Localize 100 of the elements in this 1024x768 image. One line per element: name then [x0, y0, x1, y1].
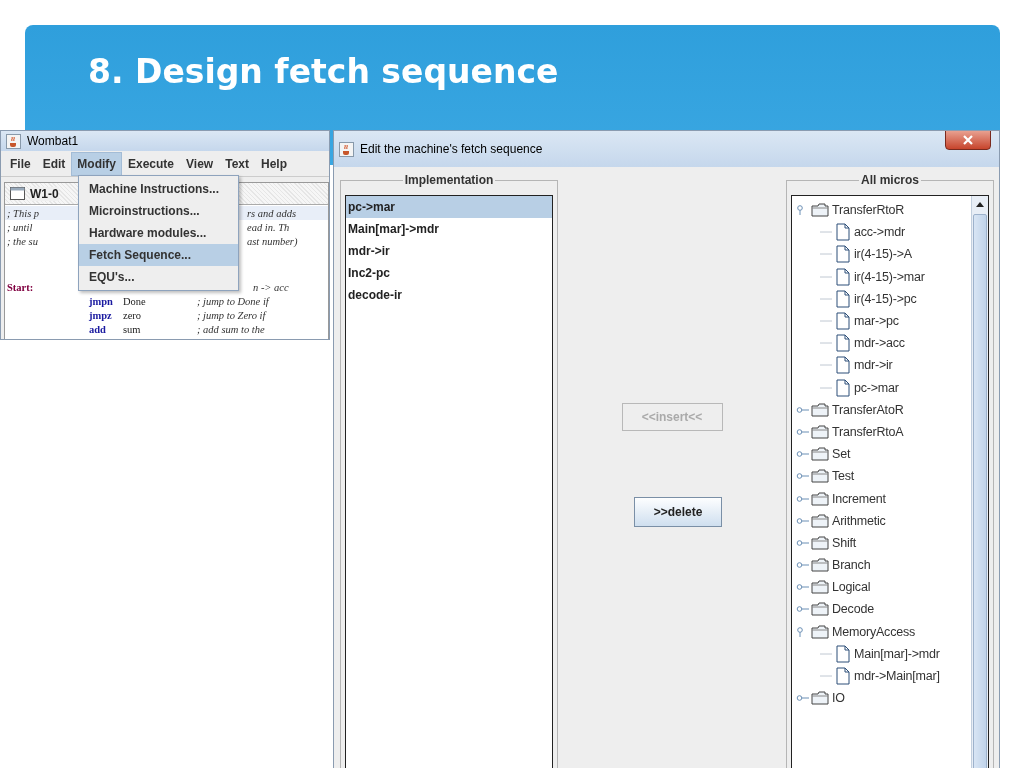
- group-title: Implementation: [403, 173, 495, 187]
- collapsed-handle-icon[interactable]: [796, 426, 810, 437]
- tree-item-label[interactable]: mdr->acc: [854, 336, 905, 351]
- folder-icon: [811, 624, 829, 639]
- tree-folder-label[interactable]: IO: [832, 691, 845, 706]
- collapsed-handle-icon[interactable]: [796, 537, 810, 548]
- menu-item[interactable]: Text: [219, 151, 255, 176]
- dialog-title: Edit the machine's fetch sequence: [360, 142, 543, 156]
- code-comment: ; the su: [6, 235, 39, 248]
- code-operand: sum: [123, 323, 142, 336]
- tree-folder-label[interactable]: Decode: [832, 602, 874, 617]
- group-title: All micros: [860, 173, 920, 187]
- folder-icon: [811, 424, 829, 439]
- tree-item-label[interactable]: mdr->Main[mar]: [854, 669, 940, 684]
- code-operand: Done: [123, 295, 147, 308]
- list-item[interactable]: Inc2-pc: [346, 262, 552, 284]
- file-icon: [836, 312, 850, 331]
- tree-folder-label[interactable]: Set: [832, 447, 851, 462]
- folder-icon: [811, 447, 829, 462]
- code-comment: ; jump to Zero if: [197, 309, 268, 322]
- collapsed-handle-icon[interactable]: [796, 493, 810, 504]
- collapsed-handle-icon[interactable]: [796, 449, 810, 460]
- dropdown-item[interactable]: Microinstructions...: [79, 200, 238, 222]
- file-icon: [836, 223, 850, 242]
- code-comment: ; until: [6, 221, 34, 234]
- collapsed-handle-icon[interactable]: [796, 582, 810, 593]
- window-title: Wombat1: [27, 134, 79, 148]
- collapsed-handle-icon[interactable]: [796, 560, 810, 571]
- file-icon: [836, 644, 850, 663]
- folder-icon: [811, 402, 829, 417]
- tree-item-label[interactable]: mdr->ir: [854, 358, 893, 373]
- java-cup-icon: [339, 141, 354, 157]
- file-icon: [836, 334, 850, 353]
- tree-folder-label[interactable]: Arithmetic: [832, 513, 886, 528]
- code-operand: zero: [123, 309, 143, 322]
- code-comment: ast number): [247, 235, 299, 248]
- tree-item-label[interactable]: ir(4-15)->A: [854, 247, 912, 262]
- list-item[interactable]: pc->mar: [346, 196, 552, 218]
- file-icon: [836, 378, 850, 397]
- folder-icon: [811, 491, 829, 506]
- tree-item-label[interactable]: pc->mar: [854, 380, 899, 395]
- tree-folder-label[interactable]: Logical: [832, 580, 871, 595]
- java-cup-icon: [6, 133, 21, 149]
- tree-item-label[interactable]: acc->mdr: [854, 225, 905, 240]
- folder-icon: [811, 580, 829, 595]
- tree-item-label[interactable]: mar->pc: [854, 314, 899, 329]
- folder-icon: [811, 558, 829, 573]
- tree-folder-label[interactable]: TransferRtoA: [832, 424, 904, 439]
- folder-icon: [811, 602, 829, 617]
- folder-icon: [811, 513, 829, 528]
- file-icon: [836, 667, 850, 686]
- scroll-thumb[interactable]: [973, 214, 987, 768]
- close-button[interactable]: [945, 131, 991, 150]
- tree-folder-label[interactable]: TransferAtoR: [832, 402, 904, 417]
- code-opcode: jmpz: [89, 309, 113, 322]
- window-icon: [10, 187, 25, 200]
- tree-item-label[interactable]: Main[mar]->mdr: [854, 646, 940, 661]
- collapsed-handle-icon[interactable]: [796, 404, 810, 415]
- tree-folder-label[interactable]: Test: [832, 469, 855, 484]
- menu-item[interactable]: Help: [255, 151, 293, 176]
- menu-item[interactable]: Execute: [122, 151, 181, 176]
- dropdown-item[interactable]: Hardware modules...: [79, 222, 238, 244]
- code-comment: rs and adds: [247, 207, 297, 220]
- menu-item[interactable]: Modify: [71, 151, 122, 176]
- code-comment: n -> acc: [252, 281, 290, 294]
- code-opcode: add: [89, 323, 107, 336]
- list-item[interactable]: Main[mar]->mdr: [346, 218, 552, 240]
- tree-folder-label[interactable]: MemoryAccess: [832, 624, 916, 639]
- collapsed-handle-icon[interactable]: [796, 604, 810, 615]
- menu-item[interactable]: File: [4, 151, 37, 176]
- collapsed-handle-icon[interactable]: [796, 471, 810, 482]
- menu-item[interactable]: View: [180, 151, 220, 176]
- code-comment: ead in. Th: [247, 221, 291, 234]
- dropdown-item[interactable]: Fetch Sequence...: [79, 244, 238, 266]
- dropdown-item[interactable]: Machine Instructions...: [79, 178, 238, 200]
- folder-icon: [811, 469, 829, 484]
- tree-folder-label[interactable]: TransferRtoR: [832, 203, 905, 218]
- dropdown-item[interactable]: EQU's...: [79, 266, 238, 288]
- code-label: Start:: [6, 281, 35, 294]
- code-opcode: jmpn: [89, 295, 114, 308]
- list-item[interactable]: decode-ir: [346, 284, 552, 306]
- scrollbar[interactable]: [971, 196, 988, 768]
- tree-item-label[interactable]: ir(4-15)->mar: [854, 269, 925, 284]
- file-icon: [836, 289, 850, 308]
- file-icon: [836, 356, 850, 375]
- tree-item-label[interactable]: ir(4-15)->pc: [854, 291, 917, 306]
- folder-icon: [811, 535, 829, 550]
- action-button[interactable]: >>delete: [634, 497, 722, 527]
- collapsed-handle-icon[interactable]: [796, 515, 810, 526]
- tree-folder-label[interactable]: Branch: [832, 558, 871, 573]
- collapsed-handle-icon[interactable]: [796, 693, 810, 704]
- tree-folder-label[interactable]: Shift: [832, 535, 856, 550]
- document-title: W1-0: [30, 186, 59, 201]
- tree-folder-label[interactable]: Increment: [832, 491, 886, 506]
- folder-icon: [811, 203, 829, 218]
- slide-title: 8. Design fetch sequence: [88, 52, 559, 91]
- list-item[interactable]: mdr->ir: [346, 240, 552, 262]
- folder-icon: [811, 691, 829, 706]
- file-icon: [836, 245, 850, 264]
- menu-item[interactable]: Edit: [36, 151, 72, 176]
